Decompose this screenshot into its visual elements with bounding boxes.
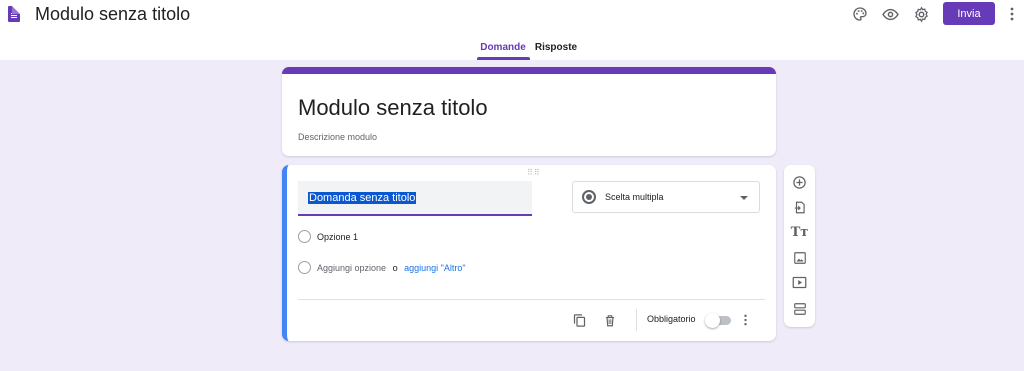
- add-question-icon[interactable]: [790, 173, 809, 192]
- dropdown-arrow-icon: [740, 196, 748, 200]
- eye-icon[interactable]: [880, 4, 900, 24]
- active-tab-indicator: [477, 57, 530, 60]
- footer-divider: [298, 299, 765, 300]
- footer-separator: [636, 309, 637, 331]
- gear-icon[interactable]: [911, 4, 931, 24]
- more-vert-icon[interactable]: [1006, 4, 1018, 24]
- form-title[interactable]: Modulo senza titolo: [298, 95, 488, 121]
- form-header-card: Modulo senza titolo Descrizione modulo: [282, 67, 776, 156]
- duplicate-icon[interactable]: [570, 311, 588, 329]
- tab-domande[interactable]: Domande: [476, 42, 530, 53]
- form-description[interactable]: Descrizione modulo: [298, 132, 377, 142]
- add-section-icon[interactable]: [790, 299, 809, 318]
- question-title-field[interactable]: Domanda senza titolo: [298, 181, 532, 216]
- forms-doc-icon[interactable]: [8, 6, 20, 22]
- add-other-link[interactable]: aggiungi "Altro": [404, 263, 465, 273]
- question-title-text[interactable]: Domanda senza titolo: [308, 192, 417, 204]
- radio-button-icon: [582, 190, 596, 204]
- question-card[interactable]: ⠿⠿ Domanda senza titolo Scelta multipla …: [282, 165, 776, 341]
- add-title-icon[interactable]: Tт: [790, 223, 809, 242]
- add-option-row: Aggiungi opzione o aggiungi "Altro": [317, 263, 466, 273]
- question-type-label: Scelta multipla: [605, 192, 664, 202]
- floating-toolbar: Tт: [784, 165, 815, 327]
- palette-icon[interactable]: [850, 4, 870, 24]
- drag-handle-icon[interactable]: ⠿⠿: [527, 168, 541, 177]
- or-text: o: [392, 263, 398, 273]
- add-option-radio: [298, 261, 311, 274]
- more-vert-icon[interactable]: [740, 311, 750, 329]
- question-type-select[interactable]: Scelta multipla: [572, 181, 760, 213]
- add-video-icon[interactable]: [790, 273, 809, 292]
- option-radio: [298, 230, 311, 243]
- top-bar: Modulo senza titolo Invia Domande Rispos…: [0, 0, 1024, 60]
- required-toggle-knob[interactable]: [705, 313, 720, 328]
- add-option-link[interactable]: Aggiungi opzione: [317, 263, 386, 273]
- document-title[interactable]: Modulo senza titolo: [35, 4, 190, 25]
- add-image-icon[interactable]: [790, 248, 809, 267]
- send-button[interactable]: Invia: [943, 2, 995, 25]
- import-questions-icon[interactable]: [790, 198, 809, 217]
- delete-icon[interactable]: [601, 311, 619, 329]
- tab-risposte[interactable]: Risposte: [531, 42, 581, 53]
- required-label: Obbligatorio: [647, 314, 696, 324]
- option-1-label[interactable]: Opzione 1: [317, 232, 358, 242]
